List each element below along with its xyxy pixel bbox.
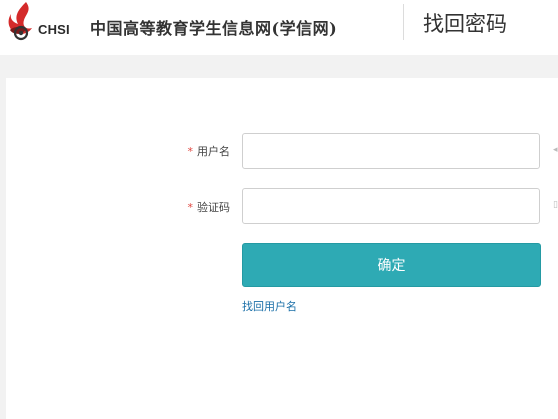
page: CHSI 中国高等教育学生信息网(学信网) 找回密码 * 用户名 ◂ * 验证码 ▯… [0, 0, 558, 419]
page-title: 找回密码 [423, 12, 507, 36]
captcha-field[interactable] [242, 188, 540, 224]
logo-text: CHSI [38, 22, 70, 37]
captcha-input[interactable] [243, 189, 539, 223]
recover-username-link[interactable]: 找回用户名 [242, 298, 297, 314]
required-mark: * [187, 201, 194, 214]
required-mark: * [187, 145, 194, 158]
header: CHSI 中国高等教育学生信息网(学信网) 找回密码 [0, 0, 558, 55]
captcha-image-edge[interactable]: ▯ [553, 200, 558, 210]
captcha-label-text: 验证码 [197, 201, 230, 214]
submit-button[interactable]: 确定 [242, 243, 541, 287]
username-input[interactable] [243, 134, 539, 168]
username-label-text: 用户名 [197, 145, 230, 158]
header-divider [403, 4, 404, 40]
username-field[interactable] [242, 133, 540, 169]
site-name: 中国高等教育学生信息网(学信网) [90, 19, 338, 38]
chsi-logo[interactable]: CHSI [4, 0, 76, 44]
username-label: * 用户名 [160, 143, 231, 159]
username-hint-icon: ◂ [553, 145, 558, 155]
captcha-label: * 验证码 [160, 199, 231, 215]
